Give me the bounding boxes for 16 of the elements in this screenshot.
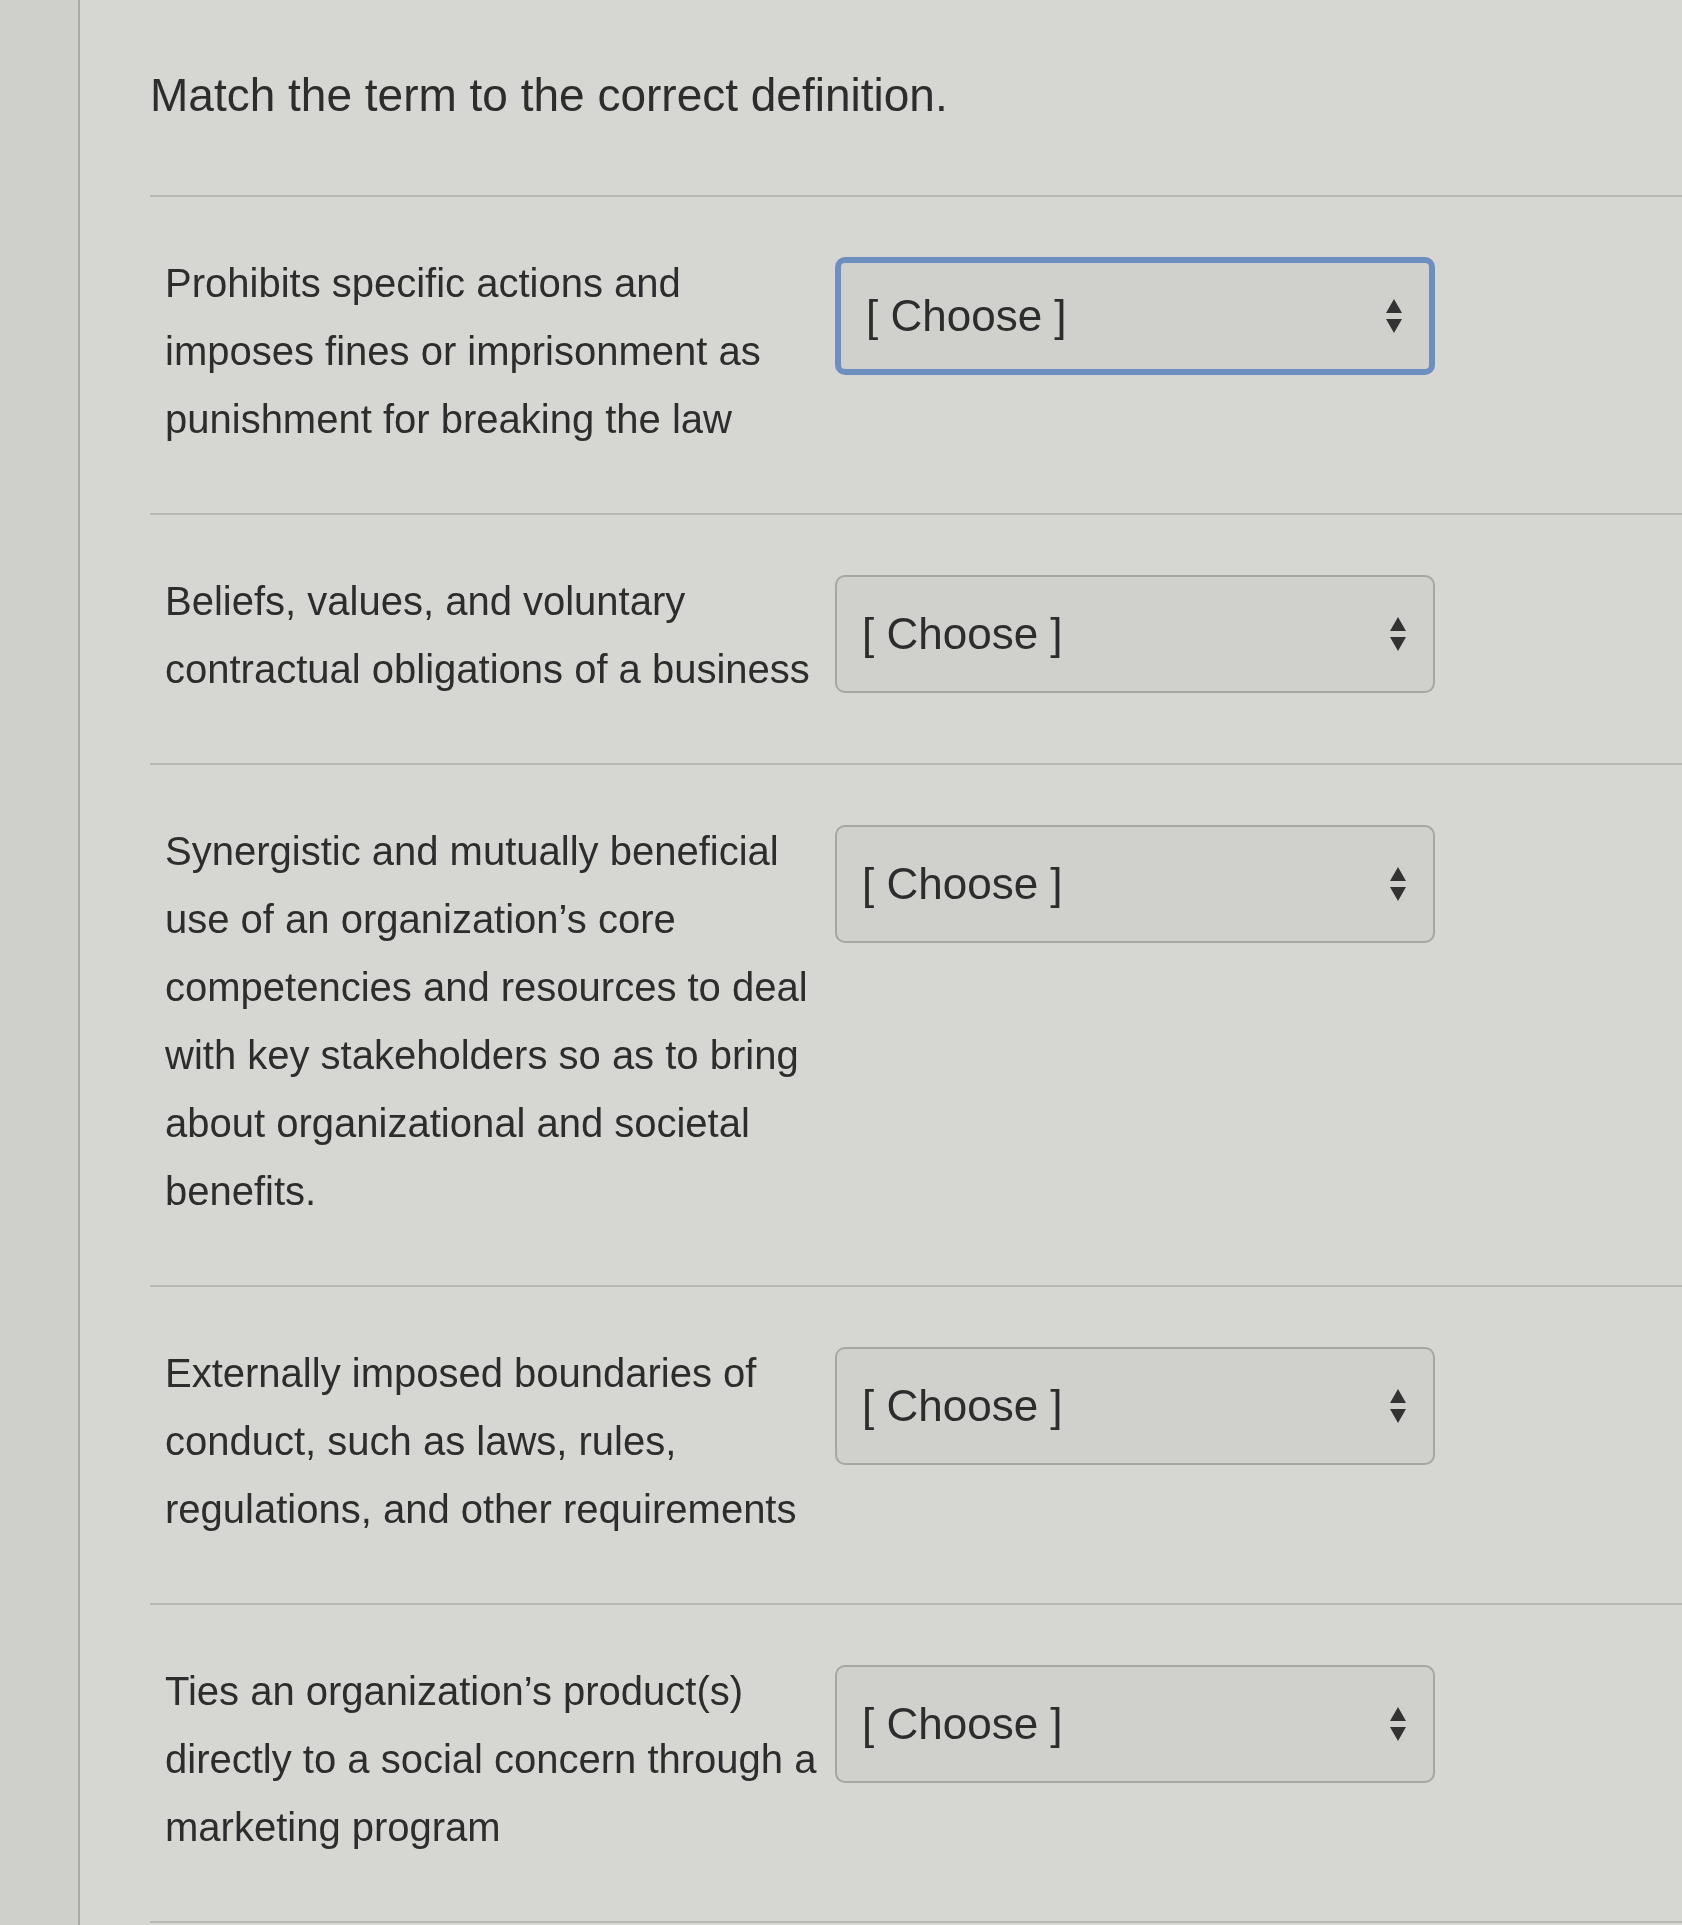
definition-text: Synergistic and mutually beneficial use of an organization’s core competencies and resources to deal with key stakeholders so as to bring about organizational and societal benefits.: [165, 828, 809, 1215]
choose-dropdown[interactable]: [ Choose ]: [835, 1347, 1435, 1465]
choose-dropdown[interactable]: [ Choose ]: [835, 575, 1435, 693]
choose-dropdown[interactable]: [ Choose ]: [835, 1665, 1435, 1783]
sort-arrows-icon: [1384, 297, 1404, 335]
sort-arrows-icon: [1388, 1387, 1408, 1425]
sort-arrows-icon: [1388, 1705, 1408, 1743]
definition-text: Externally imposed boundaries of conduct, such as laws, rules, regulations, and other requirements: [165, 1350, 798, 1533]
definition-text: Beliefs, values, and voluntary contractual obligations of a business: [165, 578, 811, 693]
choose-dropdown[interactable]: [ Choose ]: [835, 257, 1435, 375]
sort-arrows-icon: [1388, 615, 1408, 653]
question-prompt: Match the term to the correct definition.: [150, 68, 949, 123]
choose-dropdown[interactable]: [ Choose ]: [835, 825, 1435, 943]
sort-arrows-icon: [1388, 865, 1408, 903]
definition-text: Prohibits specific actions and imposes fines or imprisonment as punishment for breaking the law: [165, 260, 762, 443]
definition-text: Ties an organization’s product(s) directly to a social concern through a marketing program: [165, 1668, 818, 1851]
